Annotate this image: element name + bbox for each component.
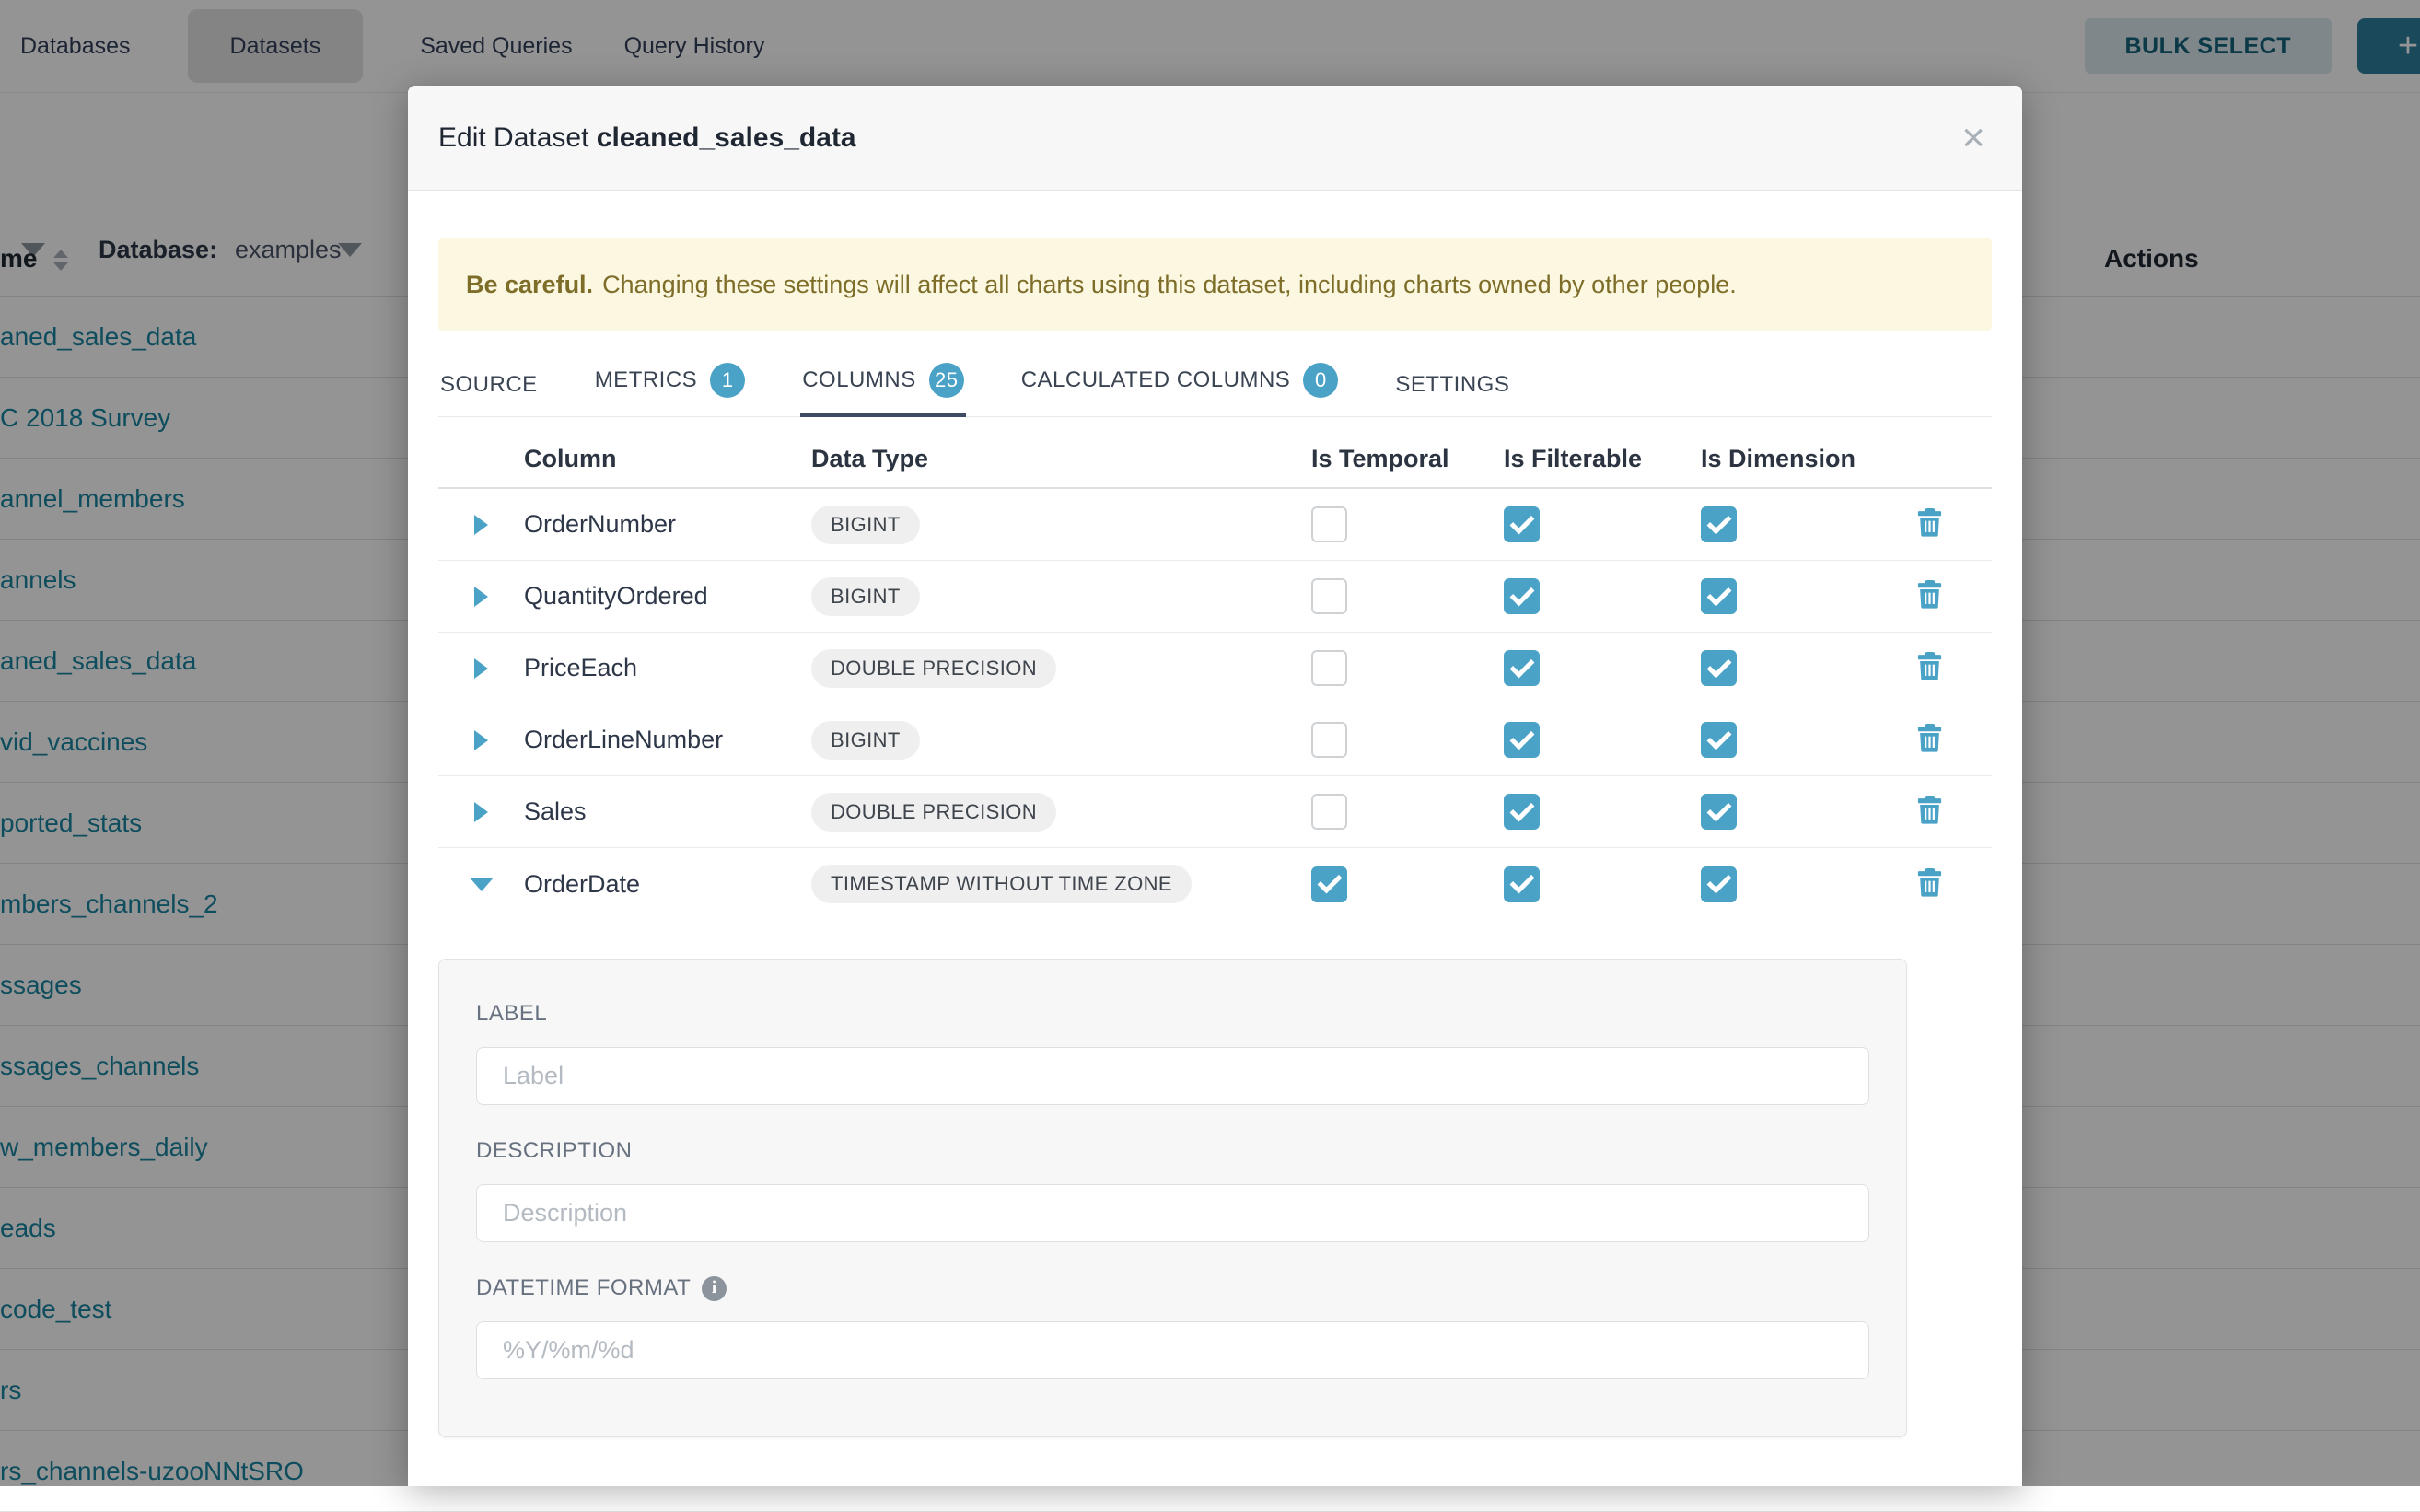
caret-icon [474, 730, 488, 750]
is-temporal-checkbox[interactable] [1311, 650, 1347, 686]
data-type-pill: TIMESTAMP WITHOUT TIME ZONE [811, 865, 1192, 903]
is-filterable-checkbox[interactable] [1504, 794, 1540, 830]
trash-icon[interactable] [1917, 507, 1942, 537]
info-icon[interactable]: i [702, 1276, 727, 1301]
columns-table-rows: OrderNumber BIGINT [438, 489, 1992, 920]
is-temporal-header: Is Temporal [1311, 445, 1504, 473]
is-filterable-checkbox[interactable] [1504, 578, 1540, 614]
expand-toggle[interactable] [438, 802, 524, 822]
datetime-format-input[interactable] [476, 1321, 1869, 1379]
is-dimension-checkbox[interactable] [1701, 578, 1737, 614]
tab-badge: 1 [710, 363, 745, 398]
columns-table: Column Data Type Is Temporal Is Filterab… [438, 430, 1992, 920]
column-name: OrderLineNumber [524, 726, 811, 754]
expand-toggle[interactable] [438, 515, 524, 535]
expand-toggle[interactable] [438, 730, 524, 750]
data-type-pill: BIGINT [811, 506, 920, 544]
caret-icon [474, 802, 488, 822]
is-dimension-checkbox[interactable] [1701, 794, 1737, 830]
is-filterable-checkbox[interactable] [1504, 506, 1540, 542]
expand-toggle[interactable] [438, 587, 524, 607]
expand-toggle[interactable] [438, 658, 524, 679]
modal-title-prefix: Edit Dataset [438, 122, 588, 153]
trash-icon[interactable] [1917, 579, 1942, 609]
description-field-label: DESCRIPTION [476, 1138, 1906, 1164]
column-row: Sales DOUBLE PRECISION [438, 776, 1992, 848]
modal-title: Edit Dataset cleaned_sales_data [438, 122, 856, 154]
column-name: OrderNumber [524, 510, 811, 539]
data-type-pill: BIGINT [811, 577, 920, 616]
trash-icon[interactable] [1917, 723, 1942, 752]
edit-dataset-modal: Edit Dataset cleaned_sales_data × Be car… [408, 86, 2022, 1486]
is-dimension-checkbox[interactable] [1701, 506, 1737, 542]
modal-tabs: SOURCE METRICS 1 COLUMNS 25 CALCULATED C… [438, 350, 1992, 417]
tab-badge: 25 [929, 363, 964, 398]
is-temporal-checkbox[interactable] [1311, 722, 1347, 758]
tab-label: SETTINGS [1395, 372, 1509, 398]
data-type-pill: DOUBLE PRECISION [811, 793, 1056, 832]
expand-toggle[interactable] [438, 878, 524, 891]
tab-label: COLUMNS [802, 367, 916, 393]
is-temporal-checkbox[interactable] [1311, 866, 1347, 902]
column-name: Sales [524, 797, 811, 826]
tab-badge: 0 [1303, 363, 1338, 398]
tab-calculated-columns[interactable]: CALCULATED COLUMNS 0 [1019, 350, 1341, 416]
modal-title-dataset-name: cleaned_sales_data [597, 122, 856, 153]
warning-bold-text: Be careful. [466, 271, 593, 299]
datetime-format-field-label: DATETIME FORMAT i [476, 1275, 1906, 1301]
is-filterable-checkbox[interactable] [1504, 866, 1540, 902]
column-name: QuantityOrdered [524, 582, 811, 611]
tab-label: METRICS [595, 367, 698, 393]
column-name: OrderDate [524, 870, 811, 899]
column-row: PriceEach DOUBLE PRECISION [438, 633, 1992, 704]
tab-source[interactable]: SOURCE [438, 359, 540, 416]
tab-label: CALCULATED COLUMNS [1021, 367, 1291, 393]
caret-icon [474, 658, 488, 679]
caret-icon [474, 515, 488, 535]
tab-columns[interactable]: COLUMNS 25 [800, 350, 966, 416]
column-row: OrderDate TIMESTAMP WITHOUT TIME ZONE [438, 848, 1992, 920]
warning-banner: Be careful. Changing these settings will… [438, 238, 1992, 331]
data-type-pill: DOUBLE PRECISION [811, 649, 1056, 688]
is-temporal-checkbox[interactable] [1311, 578, 1347, 614]
columns-table-header: Column Data Type Is Temporal Is Filterab… [438, 430, 1992, 489]
is-temporal-checkbox[interactable] [1311, 506, 1347, 542]
label-field-label: LABEL [476, 1001, 1906, 1027]
label-input[interactable] [476, 1047, 1869, 1105]
tab-settings[interactable]: SETTINGS [1393, 359, 1511, 416]
warning-text: Changing these settings will affect all … [602, 271, 1737, 299]
trash-icon[interactable] [1917, 867, 1942, 897]
column-row: OrderLineNumber BIGINT [438, 704, 1992, 776]
column-name: PriceEach [524, 654, 811, 682]
modal-header: Edit Dataset cleaned_sales_data × [408, 86, 2022, 191]
is-temporal-checkbox[interactable] [1311, 794, 1347, 830]
is-dimension-checkbox[interactable] [1701, 866, 1737, 902]
column-row: QuantityOrdered BIGINT [438, 561, 1992, 633]
trash-icon[interactable] [1917, 795, 1942, 824]
tab-metrics[interactable]: METRICS 1 [593, 350, 748, 416]
caret-icon [474, 587, 488, 607]
column-row: OrderNumber BIGINT [438, 489, 1992, 561]
caret-icon [470, 878, 494, 891]
is-dimension-checkbox[interactable] [1701, 722, 1737, 758]
tab-label: SOURCE [440, 372, 538, 398]
is-dimension-header: Is Dimension [1701, 445, 1917, 473]
is-filterable-checkbox[interactable] [1504, 722, 1540, 758]
trash-icon[interactable] [1917, 651, 1942, 680]
is-dimension-checkbox[interactable] [1701, 650, 1737, 686]
close-icon[interactable]: × [1961, 118, 1985, 158]
data-type-pill: BIGINT [811, 721, 920, 760]
is-filterable-checkbox[interactable] [1504, 650, 1540, 686]
description-input[interactable] [476, 1184, 1869, 1242]
modal-body: Be careful. Changing these settings will… [408, 238, 2022, 1437]
data-type-header: Data Type [811, 445, 1311, 473]
column-detail-panel: LABEL DESCRIPTION DATETIME FORMAT i [438, 959, 1907, 1437]
column-header: Column [524, 445, 811, 473]
is-filterable-header: Is Filterable [1504, 445, 1701, 473]
